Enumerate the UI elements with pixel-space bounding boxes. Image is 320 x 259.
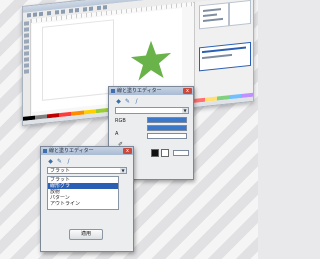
paste-icon[interactable]	[75, 8, 79, 13]
line-tool-icon[interactable]: /	[65, 158, 72, 165]
node-tool-icon[interactable]	[24, 27, 29, 32]
star-shape[interactable]	[130, 37, 172, 83]
panel-line	[203, 17, 223, 22]
fill-tool-icon[interactable]: ◆	[115, 98, 122, 105]
chevron-down-icon: ▼	[120, 168, 126, 173]
panel-layer-list[interactable]	[199, 41, 251, 72]
zoom-in-icon[interactable]	[83, 7, 87, 12]
ellipse-tool-icon[interactable]	[24, 45, 29, 50]
list-item[interactable]: アウトライン	[48, 201, 118, 207]
panel-side-box	[229, 0, 251, 27]
apply-button[interactable]: 適用	[69, 229, 103, 240]
group-icon[interactable]	[97, 5, 101, 11]
open-file-icon[interactable]	[33, 12, 37, 17]
fill-type-select[interactable]: フラット ▼	[47, 167, 127, 174]
print-icon[interactable]	[47, 10, 51, 16]
text-tool-icon[interactable]	[24, 63, 29, 68]
docked-panel	[194, 0, 253, 99]
dialog-titlebar[interactable]: 線と塗りエディター x	[41, 147, 133, 155]
pen-tool-icon[interactable]: ✎	[124, 98, 131, 105]
pointer-tool-icon[interactable]	[24, 21, 29, 26]
dialog-title: 線と塗りエディター	[49, 148, 94, 154]
fill-type-select[interactable]: ▼	[115, 107, 189, 114]
line-tool-icon[interactable]: /	[133, 98, 140, 105]
app-icon	[111, 89, 115, 93]
redo-icon[interactable]	[61, 9, 65, 14]
canvas-page	[42, 19, 114, 101]
panel-line	[203, 13, 217, 17]
alpha-field[interactable]	[147, 133, 187, 139]
pen-tool-icon[interactable]: ✎	[56, 158, 63, 165]
close-button[interactable]: x	[183, 88, 192, 94]
star-tool-icon[interactable]	[24, 51, 29, 56]
dialog-title: 線と塗りエディター	[117, 88, 162, 94]
color-slider[interactable]	[147, 117, 187, 123]
fill-tool-icon[interactable]	[24, 69, 29, 74]
save-file-icon[interactable]	[39, 11, 43, 17]
panel-line	[202, 46, 246, 54]
zoom-out-icon[interactable]	[89, 6, 93, 11]
color-mode-label: RGB	[115, 118, 126, 124]
current-color-swatch[interactable]	[151, 149, 159, 157]
panel-preview-box	[199, 2, 229, 30]
zoom-tool-icon[interactable]	[24, 33, 29, 38]
fill-type-list[interactable]: フラット 線形グラ 放射 パターン アウトライン	[47, 176, 119, 210]
color-slider[interactable]	[147, 125, 187, 131]
chevron-down-icon: ▼	[182, 108, 188, 113]
undo-icon[interactable]	[55, 10, 59, 15]
fill-type-value: フラット	[50, 168, 71, 174]
dialog-tools: ◆ ✎ /	[47, 158, 72, 165]
pen-tool-icon[interactable]	[24, 57, 29, 62]
tool-palette	[23, 19, 31, 117]
panel-line	[202, 53, 232, 60]
dialog-tools: ◆ ✎ /	[115, 98, 140, 105]
alpha-label: A	[115, 131, 119, 137]
close-button[interactable]: x	[123, 148, 132, 154]
rect-tool-icon[interactable]	[24, 39, 29, 44]
fill-tool-icon[interactable]: ◆	[47, 158, 54, 165]
dialog-titlebar[interactable]: 線と塗りエディター x	[109, 87, 193, 95]
app-icon	[43, 149, 47, 153]
panel-line	[203, 8, 221, 12]
new-file-icon[interactable]	[27, 13, 31, 18]
fill-stroke-dialog-front: 線と塗りエディター x ◆ ✎ / フラット ▼ フラット 線形グラ 放射 パタ…	[40, 146, 134, 252]
align-icon[interactable]	[103, 5, 107, 10]
hex-field[interactable]	[173, 150, 189, 156]
previous-color-swatch[interactable]	[161, 149, 169, 157]
copy-icon[interactable]	[69, 8, 73, 14]
